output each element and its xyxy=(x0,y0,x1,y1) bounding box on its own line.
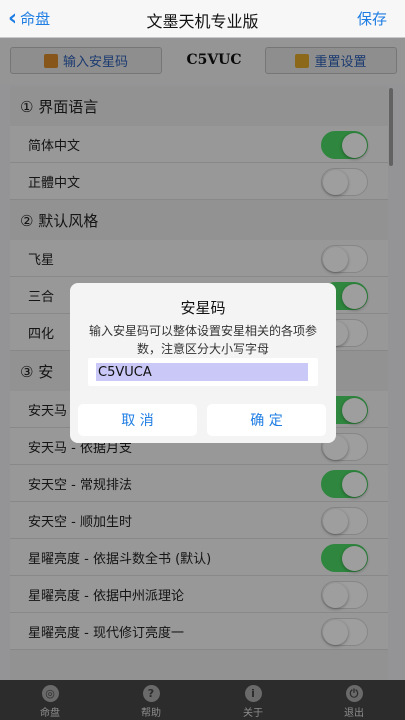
info-icon: i xyxy=(244,685,262,702)
dialog-field-container xyxy=(88,358,318,386)
tab-0[interactable]: ◎ 命盘 xyxy=(0,680,100,720)
tab-1[interactable]: ? 帮助 xyxy=(101,680,201,720)
chart-icon: ◎ xyxy=(41,685,59,702)
help-icon: ? xyxy=(142,685,160,702)
page-title: 文墨天机专业版 xyxy=(146,12,259,31)
nav-bar: ‹ 命盘 文墨天机专业版 保存 xyxy=(0,0,405,38)
tab-3[interactable]: ⏻ 退出 xyxy=(304,680,404,720)
confirm-button[interactable]: 确 定 xyxy=(207,404,326,436)
tab-bar: ◎ 命盘? 帮助 i 关于 ⏻ 退出 xyxy=(0,680,405,720)
cancel-button[interactable]: 取 消 xyxy=(78,404,197,436)
star-code-input[interactable] xyxy=(96,363,308,381)
tab-label: 退出 xyxy=(344,708,364,719)
tab-label: 命盘 xyxy=(40,708,60,719)
exit-icon: ⏻ xyxy=(345,685,363,702)
star-code-dialog: 安星码 输入安星码可以整体设置安星相关的各项参数，注意区分大小写字母 取 消 确… xyxy=(70,283,336,443)
dialog-message: 输入安星码可以整体设置安星相关的各项参数，注意区分大小写字母 xyxy=(88,324,317,356)
tab-2[interactable]: i 关于 xyxy=(203,680,303,720)
dialog-title: 安星码 xyxy=(180,299,226,317)
tab-label: 帮助 xyxy=(141,708,161,719)
save-button[interactable]: 保存 xyxy=(357,8,387,29)
tab-label: 关于 xyxy=(243,708,263,719)
